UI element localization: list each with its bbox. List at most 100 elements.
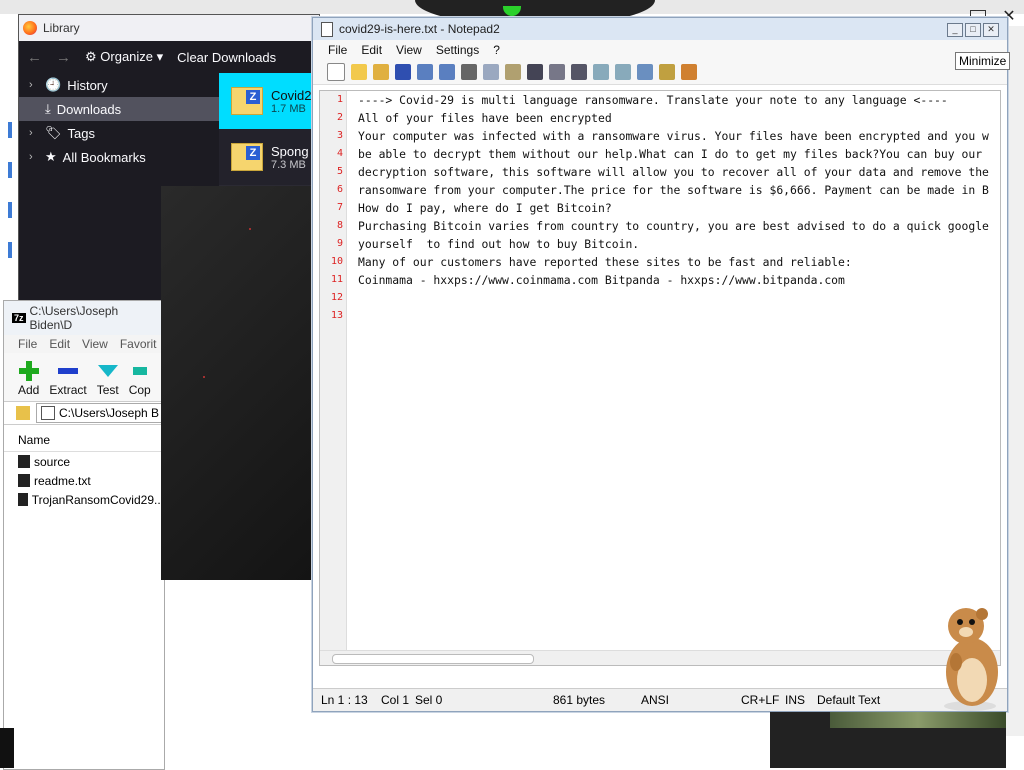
sidebar-item-label: Downloads <box>56 101 122 117</box>
copy-icon[interactable] <box>483 64 499 80</box>
chevron-right-icon[interactable]: › <box>29 151 39 163</box>
editor-line[interactable]: Many of our customers have reported thes… <box>358 253 989 271</box>
editor-line[interactable]: be able to decrypt them without our help… <box>358 145 989 163</box>
folder-up-icon[interactable] <box>16 406 30 420</box>
menu-view[interactable]: View <box>82 337 108 351</box>
editor-line[interactable]: ----> Covid-29 is multi language ransomw… <box>358 91 989 109</box>
editor-line[interactable]: All of your files have been encrypted <box>358 109 989 127</box>
undo-icon[interactable] <box>417 64 433 80</box>
scrollbar-thumb[interactable] <box>332 654 534 664</box>
chevron-right-icon[interactable]: › <box>29 79 39 91</box>
menu-file[interactable]: File <box>328 43 347 57</box>
status-sel: Sel 0 <box>415 693 443 707</box>
desktop-edge-marker <box>8 162 12 178</box>
editor-line[interactable]: ransomware from your computer.The price … <box>358 181 989 199</box>
status-size: 861 bytes <box>553 693 606 707</box>
editor-line[interactable] <box>358 307 989 325</box>
editor-line[interactable]: Your computer was infected with a ransom… <box>358 127 989 145</box>
save-icon[interactable] <box>395 64 411 80</box>
word-wrap-icon[interactable] <box>571 64 587 80</box>
download-name: Spong <box>271 143 309 159</box>
7zip-menubar: File Edit View Favorit <box>4 335 164 353</box>
exit-icon[interactable] <box>681 64 697 80</box>
file-name: readme.txt <box>34 473 91 488</box>
editor-text[interactable]: ----> Covid-29 is multi language ransomw… <box>358 91 989 325</box>
browse-icon[interactable] <box>373 64 389 80</box>
sidebar-item-label: Tags <box>67 125 95 141</box>
notepad2-window: covid29-is-here.txt - Notepad2 _ □ ✕ Fil… <box>312 17 1008 712</box>
status-encoding: ANSI <box>641 693 670 707</box>
status-position: Ln 1 : 13 <box>321 693 368 707</box>
sidebar-item-tags[interactable]: › 🏷 Tags <box>19 121 219 145</box>
library-title: Library <box>43 21 80 35</box>
horizontal-scrollbar[interactable] <box>320 650 1000 665</box>
cut-icon[interactable] <box>461 64 477 80</box>
clear-downloads-button[interactable]: Clear Downloads <box>177 50 276 65</box>
redo-icon[interactable] <box>439 64 455 80</box>
firefox-icon <box>23 21 37 35</box>
paste-icon[interactable] <box>505 64 521 80</box>
path-input[interactable]: C:\Users\Joseph B <box>36 403 164 423</box>
line-number: 7 <box>336 202 343 213</box>
test-button[interactable]: Test <box>97 361 119 397</box>
column-header-name[interactable]: Name <box>4 429 164 452</box>
downloads-list: Z Covid2 1.7 MB Z Spong 7.3 MB <box>219 73 319 185</box>
editor-line[interactable]: How do I pay, where do I get Bitcoin? <box>358 199 989 217</box>
hamster-mascot-icon <box>944 608 998 711</box>
editor-area[interactable]: 1 2 3 4 5 6 7 8 9 10 11 12 13 ----> Covid-29 is mult… <box>319 90 1001 666</box>
background-window-fragment <box>770 712 1006 768</box>
menu-file[interactable]: File <box>18 337 37 351</box>
menu-view[interactable]: View <box>396 43 422 57</box>
sidebar-item-downloads[interactable]: ⤓ Downloads <box>19 97 219 121</box>
sidebar-item-label: All Bookmarks <box>62 149 146 165</box>
library-titlebar[interactable]: Library <box>19 15 319 41</box>
editor-line[interactable]: Purchasing Bitcoin varies from country t… <box>358 217 989 235</box>
extract-label: Extract <box>49 383 87 397</box>
test-label: Test <box>96 383 119 397</box>
extract-button[interactable]: Extract <box>49 361 87 397</box>
check-icon <box>97 365 118 377</box>
line-number: 2 <box>336 112 343 123</box>
add-button[interactable]: Add <box>18 361 39 397</box>
editor-line[interactable]: Coinmama - hxxps://www.coinmama.com Bitp… <box>358 271 989 289</box>
forward-arrow-icon[interactable]: → <box>56 49 71 66</box>
minimize-tooltip: Minimize <box>955 52 1011 70</box>
7zip-titlebar[interactable]: 7z C:\Users\Joseph Biden\D <box>4 301 164 335</box>
menu-edit[interactable]: Edit <box>49 337 70 351</box>
menu-help[interactable]: ? <box>493 43 500 57</box>
back-arrow-icon[interactable]: ← <box>27 49 42 66</box>
zoom-out-icon[interactable] <box>615 64 631 80</box>
find-icon[interactable] <box>527 64 543 80</box>
zoom-in-icon[interactable] <box>593 64 609 80</box>
maximize-button[interactable]: □ <box>965 23 981 37</box>
customize-icon[interactable] <box>659 64 675 80</box>
list-item[interactable]: TrojanRansomCovid29... <box>4 490 164 509</box>
sidebar-item-history[interactable]: › 🕘 History <box>19 73 219 97</box>
menu-favorites[interactable]: Favorit <box>120 337 157 351</box>
download-name: Covid2 <box>271 87 312 103</box>
chevron-right-icon[interactable]: › <box>29 127 39 139</box>
organize-button[interactable]: ⚙ Organize ▾ <box>85 49 163 65</box>
minimize-button[interactable]: _ <box>947 23 963 37</box>
line-number: 9 <box>336 238 343 249</box>
list-item[interactable]: source <box>4 452 164 471</box>
new-file-icon[interactable] <box>327 63 345 81</box>
menu-edit[interactable]: Edit <box>361 43 382 57</box>
line-number: 3 <box>336 130 343 141</box>
editor-line[interactable] <box>358 289 989 307</box>
download-item[interactable]: Z Covid2 1.7 MB <box>219 73 319 129</box>
gear-icon: ⚙ <box>85 49 97 64</box>
editor-line[interactable]: yourself to find out how to buy Bitcoin. <box>358 235 989 253</box>
close-button[interactable]: ✕ <box>983 23 999 37</box>
menu-settings[interactable]: Settings <box>436 43 479 57</box>
list-item[interactable]: readme.txt <box>4 471 164 490</box>
copy-button[interactable]: Cop <box>129 361 151 397</box>
replace-icon[interactable] <box>549 64 565 80</box>
file-name: source <box>34 454 71 469</box>
download-item[interactable]: Z Spong 7.3 MB <box>219 129 319 185</box>
open-folder-icon[interactable] <box>351 64 367 80</box>
scheme-icon[interactable] <box>637 64 653 80</box>
editor-line[interactable]: decryption software, this software will … <box>358 163 989 181</box>
notepad-titlebar[interactable]: covid29-is-here.txt - Notepad2 _ □ ✕ <box>313 18 1007 40</box>
sidebar-item-all-bookmarks[interactable]: › ★ All Bookmarks <box>19 145 219 169</box>
